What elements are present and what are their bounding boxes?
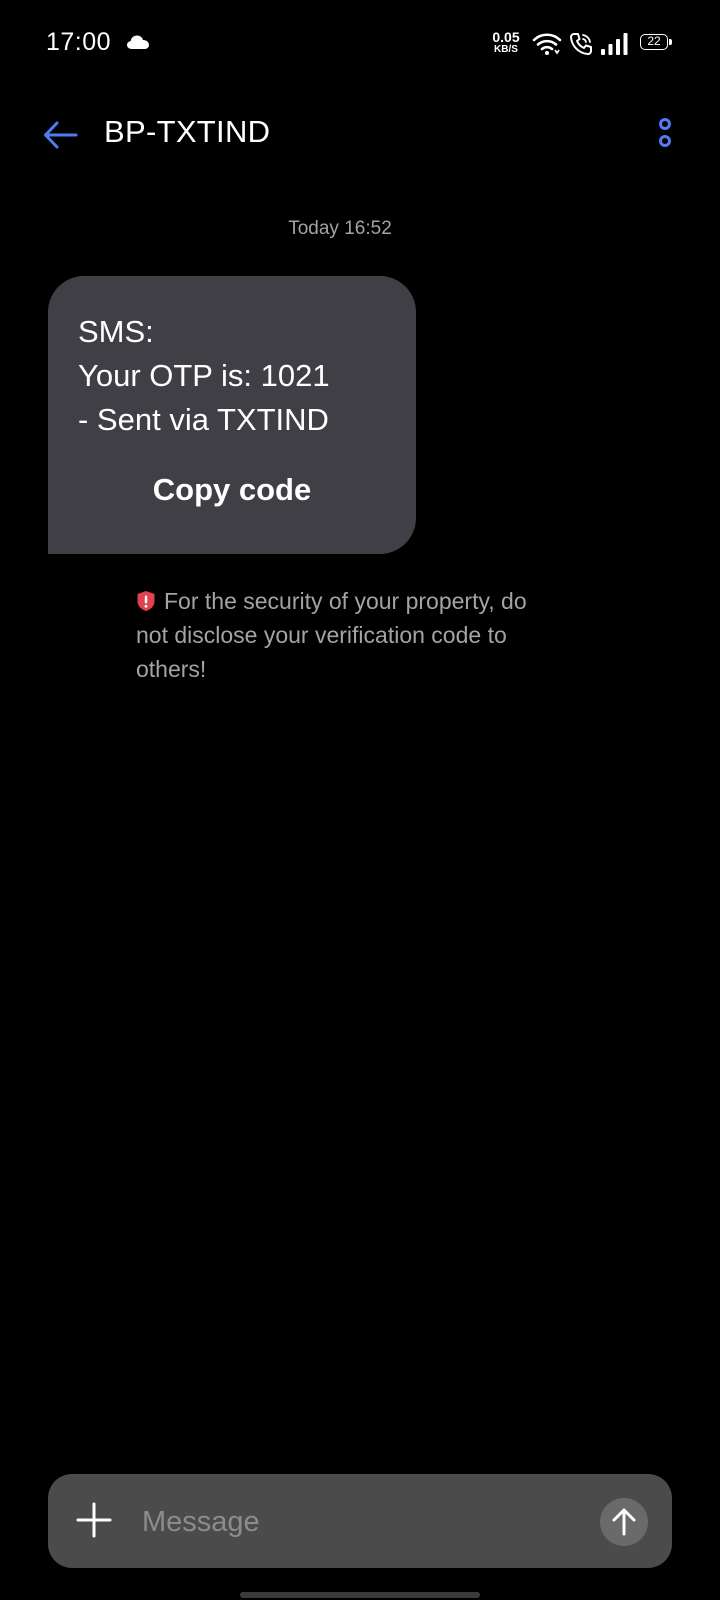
wifi-icon xyxy=(532,33,562,55)
cloud-icon xyxy=(127,35,149,49)
send-button[interactable] xyxy=(600,1498,648,1546)
more-vertical-icon xyxy=(659,118,671,147)
arrow-up-icon xyxy=(612,1508,636,1536)
wifi-call-icon xyxy=(570,33,592,55)
status-time: 17:00 xyxy=(46,28,112,56)
battery-indicator: 22 xyxy=(640,34,672,52)
security-note: For the security of your property, do no… xyxy=(136,584,556,686)
battery-tip xyxy=(669,39,672,45)
arrow-left-icon xyxy=(44,121,78,149)
plus-icon xyxy=(76,1502,112,1538)
message-timestamp: Today 16:52 xyxy=(288,218,392,239)
conversation-header: BP-TXTIND xyxy=(0,100,720,170)
status-bar: 17:00 0.05 KB/S 22 xyxy=(0,0,720,88)
more-options-button[interactable] xyxy=(650,114,680,156)
message-text: SMS: Your OTP is: 1021 - Sent via TXTIND xyxy=(78,314,330,437)
message-bubble[interactable]: SMS: Your OTP is: 1021 - Sent via TXTIND… xyxy=(48,276,416,554)
message-input[interactable] xyxy=(140,1496,564,1548)
home-indicator[interactable] xyxy=(240,1592,480,1598)
conversation-title: BP-TXTIND xyxy=(104,114,271,149)
security-note-text: For the security of your property, do no… xyxy=(136,588,527,682)
add-attachment-button[interactable] xyxy=(74,1500,114,1540)
copy-code-button[interactable]: Copy code xyxy=(48,472,416,508)
message-composer xyxy=(48,1474,672,1568)
signal-icon xyxy=(601,33,628,55)
network-speed-value: 0.05 xyxy=(492,29,520,45)
shield-alert-icon xyxy=(137,591,155,611)
network-speed-unit: KB/S xyxy=(494,44,518,55)
back-button[interactable] xyxy=(40,114,82,156)
battery-level: 22 xyxy=(640,34,668,50)
network-speed: 0.05 KB/S xyxy=(487,30,525,55)
